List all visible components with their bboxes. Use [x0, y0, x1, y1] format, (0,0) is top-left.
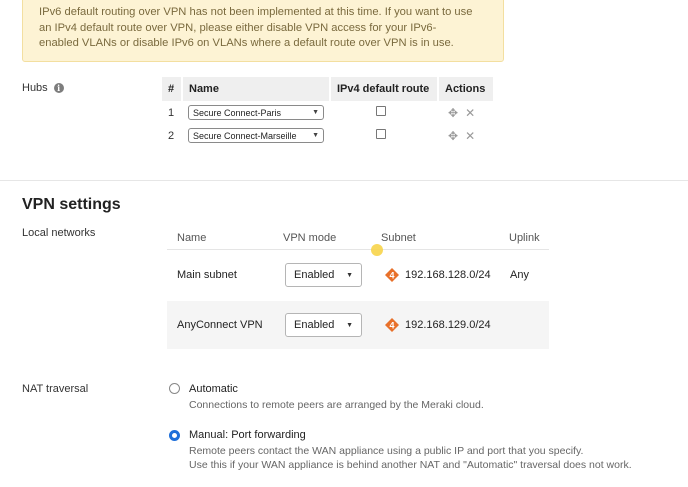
column-header-number: # [162, 77, 183, 101]
local-networks-label: Local networks [22, 227, 96, 239]
network-name: Main subnet [177, 269, 237, 281]
ipv6-warning-banner: IPv6 default routing over VPN has not be… [22, 0, 504, 62]
column-header-subnet: Subnet [381, 232, 416, 244]
network-name: AnyConnect VPN [177, 319, 263, 331]
vpn-mode-value: Enabled [294, 269, 335, 281]
vpn-mode-select[interactable]: Enabled ▼ [285, 313, 362, 337]
vpn-mode-select[interactable]: Enabled ▼ [285, 263, 362, 287]
ipv4-default-route-checkbox[interactable] [376, 106, 386, 116]
table-row: 1 Secure Connect-Paris ▼ ✥ ✕ [162, 101, 494, 124]
subnet-warning-icon: 4 [385, 268, 399, 282]
column-header-ipv4-default-route: IPv4 default route [330, 77, 439, 101]
column-header-actions: Actions [438, 77, 495, 101]
ipv4-default-route-checkbox[interactable] [376, 129, 386, 139]
warning-line: an IPv4 default route over VPN, please e… [39, 21, 437, 34]
hub-select[interactable]: Secure Connect-Paris ▼ [188, 105, 324, 120]
vpn-settings-title: VPN settings [22, 196, 121, 213]
table-row: Main subnet Enabled ▼ 4 192.168.128.0/24… [167, 251, 549, 299]
info-icon[interactable]: i [53, 83, 64, 93]
svg-text:4: 4 [389, 321, 394, 331]
section-divider [0, 180, 688, 181]
local-networks-header: Name VPN mode Subnet Uplink [167, 226, 549, 250]
hub-number: 2 [168, 129, 175, 142]
chevron-down-icon: ▼ [346, 272, 353, 279]
warning-line: enabled VLANs or disable IPv6 on VLANs w… [39, 37, 454, 49]
chevron-down-icon: ▼ [346, 322, 353, 329]
hub-select-value: Secure Connect-Paris [193, 107, 282, 118]
nat-manual-radio[interactable] [169, 430, 180, 441]
remove-hub-icon[interactable]: ✕ [465, 106, 475, 120]
subnet-warning-icon: 4 [385, 318, 399, 332]
warning-line: IPv6 default routing over VPN has not be… [39, 6, 473, 18]
column-header-vpn-mode: VPN mode [283, 232, 337, 244]
chevron-down-icon: ▼ [312, 109, 319, 116]
hubs-label-text: Hubs [22, 82, 48, 94]
remove-hub-icon[interactable]: ✕ [465, 129, 475, 143]
hubs-table: # Name IPv4 default route Actions 1 Secu… [162, 77, 495, 147]
nat-option-title[interactable]: Manual: Port forwarding [189, 429, 306, 441]
nat-option-title[interactable]: Automatic [189, 383, 238, 395]
table-row: AnyConnect VPN Enabled ▼ 4 192.168.129.0… [167, 301, 549, 349]
nat-option-description: Connections to remote peers are arranged… [189, 399, 484, 411]
column-header-uplink: Uplink [509, 232, 540, 244]
hub-select-value: Secure Connect-Marseille [193, 130, 297, 141]
column-header-name: Name [182, 77, 331, 101]
nat-option-description: Remote peers contact the WAN appliance u… [189, 445, 584, 457]
drag-handle-icon[interactable]: ✥ [448, 129, 458, 143]
cursor-highlight [371, 244, 383, 256]
nat-automatic-radio[interactable] [169, 383, 180, 394]
nat-traversal-label: NAT traversal [22, 383, 89, 395]
table-row: 2 Secure Connect-Marseille ▼ ✥ ✕ [162, 124, 494, 147]
drag-handle-icon[interactable]: ✥ [448, 106, 458, 120]
uplink-value: Any [510, 269, 529, 281]
hubs-label: Hubs i [22, 82, 64, 94]
vpn-mode-value: Enabled [294, 319, 335, 331]
subnet-value: 192.168.129.0/24 [405, 319, 491, 331]
column-header-name: Name [177, 232, 207, 244]
hub-select[interactable]: Secure Connect-Marseille ▼ [188, 128, 324, 143]
svg-text:4: 4 [389, 271, 394, 281]
subnet-value: 192.168.128.0/24 [405, 269, 491, 281]
nat-option-description: Use this if your WAN appliance is behind… [189, 459, 632, 471]
hub-number: 1 [168, 106, 175, 119]
chevron-down-icon: ▼ [312, 132, 319, 139]
